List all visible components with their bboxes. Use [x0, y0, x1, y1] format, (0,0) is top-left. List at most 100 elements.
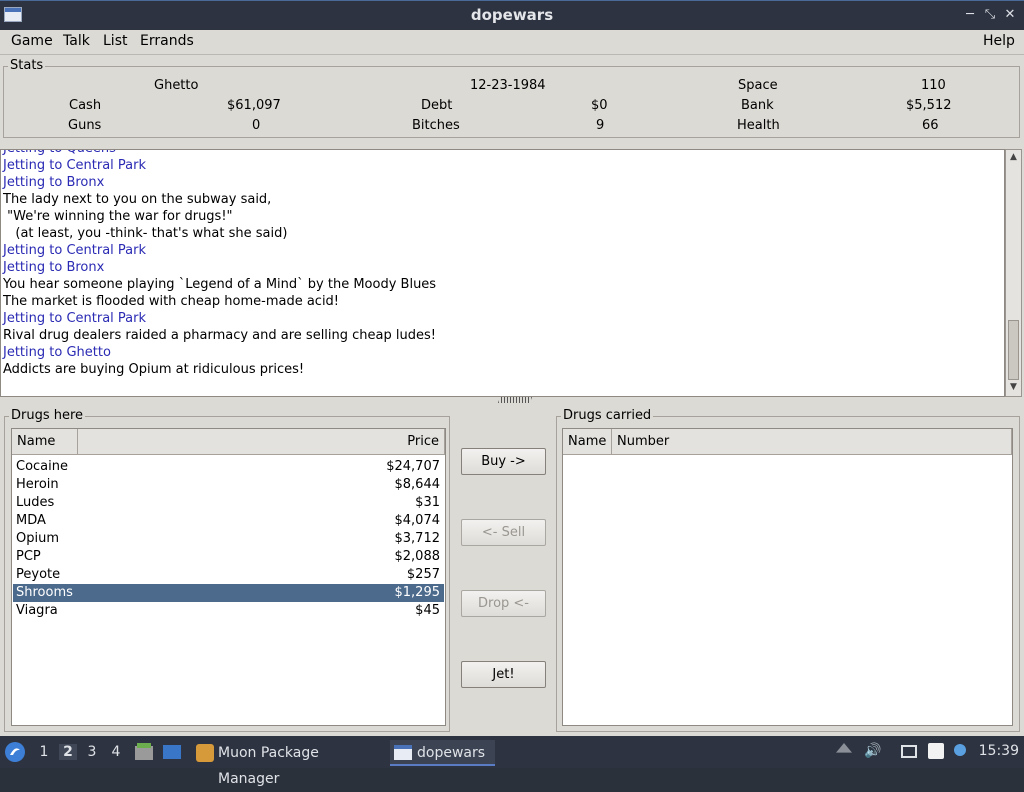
message-line: The market is flooded with cheap home-ma…	[3, 294, 340, 309]
drug-name: Peyote	[16, 567, 61, 582]
pane-resize-handle[interactable]	[498, 397, 532, 403]
app-window-icon	[394, 745, 412, 760]
file-manager-icon[interactable]	[134, 742, 154, 762]
message-line: Jetting to Ghetto	[3, 345, 111, 360]
sell-button[interactable]: <- Sell	[461, 519, 546, 546]
stat-date: 12-23-1984	[470, 78, 546, 93]
stat-bitches-label: Bitches	[412, 118, 460, 133]
menu-game[interactable]: Game	[10, 33, 54, 49]
drugs-carried-label: Drugs carried	[561, 408, 654, 423]
show-desktop-icon[interactable]	[162, 742, 182, 762]
drug-row[interactable]: Heroin $8,644	[13, 476, 444, 494]
message-line: The lady next to you on the subway said,	[3, 192, 272, 207]
workspace-4[interactable]: 4	[107, 744, 125, 760]
network-icon[interactable]	[901, 745, 917, 758]
message-line: Jetting to Central Park	[3, 158, 147, 173]
drug-row[interactable]: Peyote $257	[13, 566, 444, 584]
drug-name: Heroin	[16, 477, 59, 492]
menu-help[interactable]: Help	[982, 33, 1016, 49]
drug-name: MDA	[16, 513, 46, 528]
workspace-2[interactable]: 2	[59, 744, 77, 760]
drop-button[interactable]: Drop <-	[461, 590, 546, 617]
stat-bank-value: $5,512	[906, 98, 952, 113]
drug-price: $2,088	[394, 549, 441, 564]
column-header-price[interactable]: Price	[78, 429, 445, 455]
column-header-name[interactable]: Name	[563, 429, 612, 455]
menu-errands[interactable]: Errands	[139, 33, 195, 49]
scroll-up-icon[interactable]: ▲	[1008, 152, 1019, 163]
drug-row[interactable]: PCP $2,088	[13, 548, 444, 566]
task-label: dopewars	[417, 745, 486, 761]
dopewars-window: Game Talk List Errands Help Stats Ghetto…	[0, 30, 1024, 736]
start-menu-icon[interactable]	[4, 741, 26, 763]
upload-icon[interactable]	[836, 743, 852, 753]
menu-list[interactable]: List	[102, 33, 128, 49]
scroll-down-icon[interactable]: ▼	[1008, 382, 1019, 393]
clock[interactable]: 15:39	[979, 743, 1019, 759]
buy-button[interactable]: Buy ->	[461, 448, 546, 475]
drug-row-selected[interactable]: Shrooms $1,295	[13, 584, 444, 602]
notification-icon[interactable]	[954, 744, 966, 756]
column-header-name[interactable]: Name	[12, 429, 78, 455]
message-line: Jetting to Bronx	[3, 260, 105, 275]
drug-price: $8,644	[394, 477, 441, 492]
stat-cash-label: Cash	[69, 98, 102, 113]
drug-row[interactable]: MDA $4,074	[13, 512, 444, 530]
drug-price: $24,707	[386, 459, 440, 474]
window-title: dopewars	[470, 6, 554, 24]
clipboard-icon[interactable]	[928, 743, 944, 759]
stat-cash-value: $61,097	[227, 98, 281, 113]
message-line: (at least, you -think- that's what she s…	[3, 226, 288, 241]
drug-price: $31	[415, 495, 440, 510]
drugs-here-label: Drugs here	[9, 408, 86, 423]
message-line: Addicts are buying Opium at ridiculous p…	[3, 362, 305, 377]
jet-button[interactable]: Jet!	[461, 661, 546, 688]
stat-health-value: 66	[922, 118, 939, 133]
drug-row[interactable]: Cocaine $24,707	[13, 458, 444, 476]
stat-bank-label: Bank	[741, 98, 774, 113]
drug-row[interactable]: Viagra $45	[13, 602, 444, 620]
drug-name: Viagra	[16, 603, 58, 618]
drug-row[interactable]: Opium $3,712	[13, 530, 444, 548]
window-titlebar[interactable]: dopewars ─ ⤡ ✕	[0, 0, 1024, 30]
taskbar: 1 2 3 4 Muon Package Manager dopewars 🔊 …	[0, 736, 1024, 787]
drug-name: Shrooms	[16, 585, 73, 600]
drug-name: Cocaine	[16, 459, 68, 474]
task-muon-package-manager[interactable]: Muon Package Manager	[194, 740, 384, 787]
stat-health-label: Health	[737, 118, 780, 133]
minimize-icon[interactable]: ─	[962, 7, 978, 23]
menu-talk[interactable]: Talk	[62, 33, 91, 49]
stat-debt-value: $0	[591, 98, 608, 113]
drug-name: PCP	[16, 549, 41, 564]
stat-space-label: Space	[738, 78, 778, 93]
workspace-3[interactable]: 3	[83, 744, 101, 760]
drug-price: $1,295	[394, 585, 441, 600]
menubar: Game Talk List Errands Help	[0, 30, 1024, 55]
drug-price: $45	[415, 603, 440, 618]
stats-label: Stats	[8, 58, 46, 73]
drugs-here-list[interactable]: Name Price Cocaine $24,707 Heroin $8,644…	[11, 428, 446, 726]
column-header-number[interactable]: Number	[612, 429, 1012, 455]
stat-debt-label: Debt	[421, 98, 453, 113]
message-line: "We're winning the war for drugs!"	[3, 209, 233, 224]
message-scrollbar[interactable]: ▲ ▼	[1005, 149, 1022, 397]
volume-icon[interactable]: 🔊	[864, 743, 881, 759]
maximize-icon[interactable]: ⤡	[982, 7, 998, 23]
message-line: You hear someone playing `Legend of a Mi…	[3, 277, 437, 292]
download-icon	[196, 744, 214, 762]
message-line: Jetting to Central Park	[3, 311, 147, 326]
stat-location: Ghetto	[154, 78, 199, 93]
scrollbar-thumb[interactable]	[1008, 320, 1019, 380]
stat-bitches-value: 9	[596, 118, 605, 133]
drugs-carried-list[interactable]: Name Number	[562, 428, 1013, 726]
workspace-1[interactable]: 1	[35, 744, 53, 760]
stat-space-value: 110	[921, 78, 946, 93]
close-icon[interactable]: ✕	[1002, 7, 1018, 23]
drug-name: Opium	[16, 531, 59, 546]
drug-row[interactable]: Ludes $31	[13, 494, 444, 512]
message-log[interactable]: Jetting to Queens Jetting to Central Par…	[0, 149, 1005, 397]
stats-frame: Stats	[3, 58, 1020, 138]
message-line: Rival drug dealers raided a pharmacy and…	[3, 328, 436, 343]
drug-price: $3,712	[394, 531, 441, 546]
task-dopewars[interactable]: dopewars	[390, 740, 495, 766]
